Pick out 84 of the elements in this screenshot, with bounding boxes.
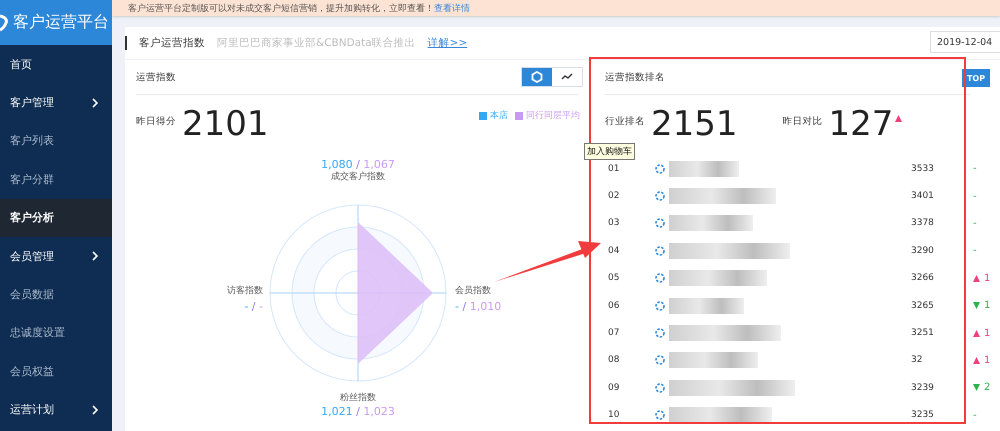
rank-number: 04 xyxy=(607,246,620,256)
shop-logo-icon xyxy=(655,355,665,366)
score-cell-text: 3235 xyxy=(911,410,935,420)
score-cell-text: 3290 xyxy=(911,246,935,256)
score-label: 昨日得分 xyxy=(136,115,176,128)
sidebar-item[interactable]: 会员管理 xyxy=(0,236,112,276)
section-subtitle: 阿里巴巴商家事业部&CBNData联合推出 xyxy=(217,36,416,50)
sidebar-item[interactable]: 客户列表 xyxy=(0,122,112,160)
rank-label: 行业排名 xyxy=(605,115,645,128)
rank-number: 10 xyxy=(607,410,620,420)
rank-change: 1 xyxy=(984,300,990,312)
shop-logo-icon xyxy=(655,410,665,420)
top-button[interactable]: TOP xyxy=(962,69,990,87)
rank-value: 2151 xyxy=(651,107,738,141)
score-cell-text: 3378 xyxy=(911,218,935,228)
score-cell-text: 3265 xyxy=(911,300,935,311)
logo-icon xyxy=(0,14,8,32)
rank-number: 05 xyxy=(607,273,620,284)
panel-title: 运营指数排名 xyxy=(605,70,665,84)
axis-label: 访客指数 xyxy=(227,286,263,297)
shop-logo-icon xyxy=(655,300,665,311)
score-cell-text: 32 xyxy=(911,355,924,366)
axis-value: - / - xyxy=(244,301,263,313)
score-value: 2101 xyxy=(182,107,269,141)
score-cell-text: 3266 xyxy=(911,273,935,284)
score-cell-text: 3239 xyxy=(911,382,935,393)
rank-change: 1 xyxy=(984,354,990,366)
legend-label: 本店 xyxy=(490,110,508,122)
rank-change: - xyxy=(973,245,977,256)
details-link[interactable]: 详解>> xyxy=(428,36,468,50)
rank-change: 1 xyxy=(984,328,990,339)
blurred-shop-name xyxy=(669,160,739,177)
legend-label: 同行同层平均 xyxy=(526,110,580,122)
shop-logo-icon xyxy=(655,246,665,256)
app-title: 客户运营平台 xyxy=(13,12,109,33)
score-cell-text: 3401 xyxy=(911,191,935,202)
rank-change: - xyxy=(973,410,977,421)
tooltip: 加入购物车 xyxy=(584,143,635,160)
shop-logo-icon xyxy=(655,273,665,284)
compare-label: 昨日对比 xyxy=(782,115,823,128)
shop-logo-icon xyxy=(655,328,665,338)
rank-number: 09 xyxy=(607,382,620,393)
score-cell-text: 3533 xyxy=(911,164,935,174)
compare-value: 127 xyxy=(828,107,894,141)
axis-value: 1,021 / 1,023 xyxy=(321,406,395,418)
axis-label: 粉丝指数 xyxy=(340,393,376,404)
shop-logo-icon xyxy=(655,191,665,202)
banner-text: 客户运营平台定制版可以对未成交客户短信营销，提升加购转化，立即查看！ xyxy=(128,2,434,14)
date-field[interactable]: 2019-12-04 xyxy=(930,31,1000,53)
sidebar-item[interactable]: 运营计划 xyxy=(0,390,112,429)
hexagon-icon xyxy=(531,71,543,83)
line-chart-icon xyxy=(561,73,573,81)
chevron-icon xyxy=(92,404,98,415)
sidebar-item[interactable]: 首页 xyxy=(0,45,112,84)
chevron-icon xyxy=(92,251,98,262)
section-title: 客户运营指数 xyxy=(139,36,205,50)
rank-change: - xyxy=(973,190,977,202)
rank-number: 07 xyxy=(607,328,620,338)
sidebar-item[interactable]: 忠诚度设置 xyxy=(0,314,112,352)
shop-logo-icon xyxy=(655,382,665,393)
score-cell-text: 3251 xyxy=(911,328,935,338)
rank-number: 03 xyxy=(607,218,620,228)
rank-change: 2 xyxy=(984,382,990,394)
sidebar-item[interactable]: 客户分群 xyxy=(0,160,112,199)
sidebar-item[interactable]: 客户管理 xyxy=(0,83,112,122)
rank-number: 01 xyxy=(607,164,620,174)
axis-label: 会员指数 xyxy=(455,286,491,297)
rank-number: 08 xyxy=(607,355,620,366)
shop-logo-icon xyxy=(655,218,665,228)
sidebar-item[interactable]: 会员数据 xyxy=(0,275,112,314)
shop-logo-icon xyxy=(655,164,665,174)
chevron-icon xyxy=(92,98,98,108)
panel-title: 运营指数 xyxy=(136,70,176,84)
axis-value: 1,080 / 1,067 xyxy=(321,159,395,171)
rank-change: 1 xyxy=(984,272,990,284)
view-toggle-button[interactable] xyxy=(522,68,552,86)
sidebar-item[interactable]: 会员权益 xyxy=(0,352,112,391)
rank-change: - xyxy=(973,218,977,229)
axis-label: 成交客户指数 xyxy=(331,172,385,183)
rank-change: - xyxy=(973,163,977,174)
rank-number: 02 xyxy=(607,191,620,202)
sidebar-item[interactable]: 客户分析 xyxy=(0,198,112,237)
rank-number: 06 xyxy=(607,300,620,311)
axis-value: - / 1,010 xyxy=(455,301,502,313)
